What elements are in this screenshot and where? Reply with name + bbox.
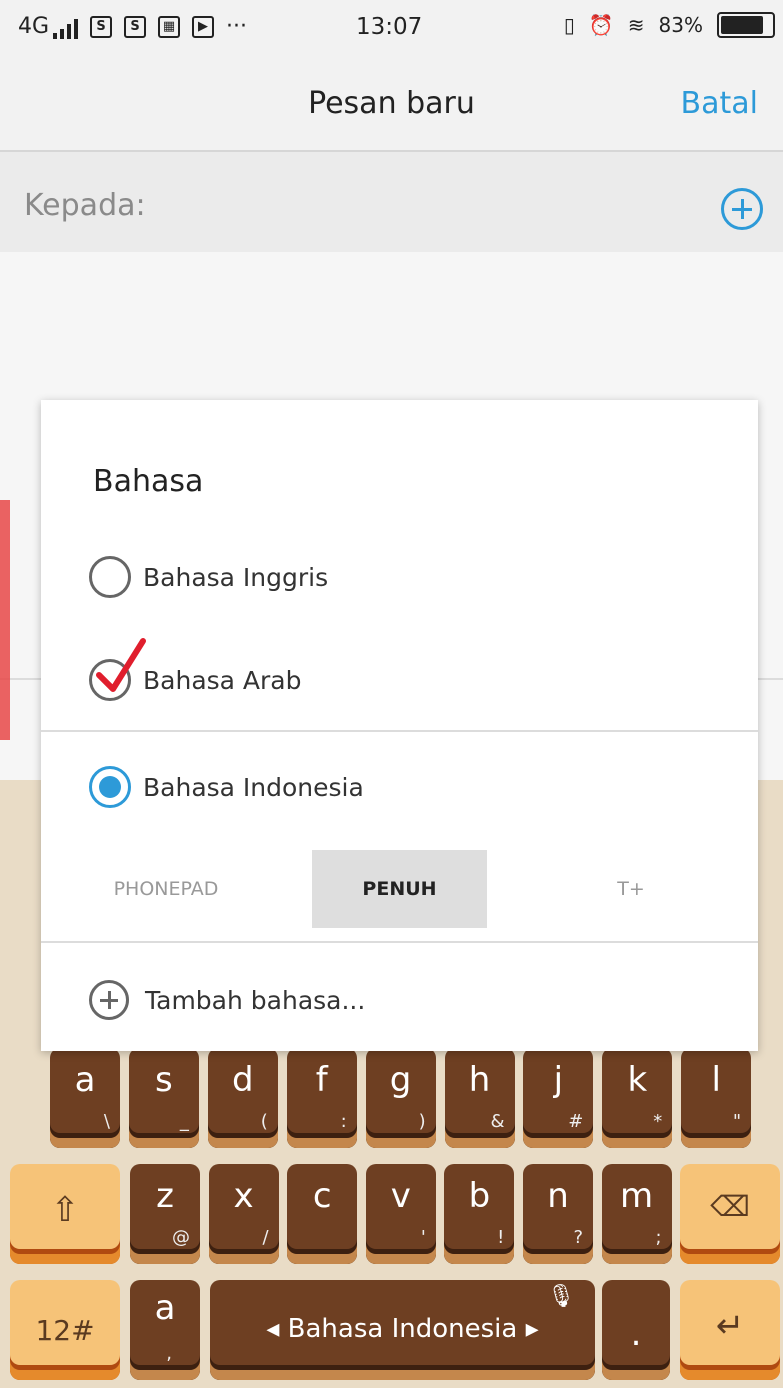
key-secondary-label: : xyxy=(340,1111,347,1132)
key-secondary-label: ; xyxy=(655,1227,662,1248)
option-bahasa-arab[interactable]: Bahasa Arab xyxy=(89,638,302,705)
radio-icon[interactable] xyxy=(89,556,131,598)
shift-key[interactable]: ⇧ xyxy=(10,1164,120,1264)
home-row-key-a[interactable]: a \ xyxy=(50,1048,120,1148)
add-language-button[interactable]: Tambah bahasa... xyxy=(89,980,365,1020)
key-label: v xyxy=(390,1176,411,1216)
layout-t-plus[interactable]: T+ xyxy=(541,850,721,928)
clock: 13:07 xyxy=(356,14,423,40)
key-secondary-label: @ xyxy=(172,1227,190,1248)
microphone-icon[interactable]: 🎙 xyxy=(547,1284,575,1309)
bottom-row-key-m[interactable]: m; xyxy=(601,1164,672,1264)
key-secondary-label: \ xyxy=(103,1111,110,1132)
home-row-key-k[interactable]: k * xyxy=(602,1048,673,1148)
backspace-key[interactable]: ⌫ xyxy=(680,1164,780,1264)
plus-circle-icon xyxy=(89,980,129,1020)
signal-icon xyxy=(53,19,79,39)
battery-percent: 83% xyxy=(658,13,703,37)
key-secondary-label: ' xyxy=(420,1227,426,1248)
store-icon: ▶ xyxy=(192,15,215,38)
bottom-row-key-x[interactable]: x / xyxy=(208,1164,279,1264)
edge-accent xyxy=(0,500,10,740)
dialog-title: Bahasa xyxy=(93,464,204,499)
option-label: Bahasa Indonesia xyxy=(143,772,364,802)
keyboard-notif-icon: ▦ xyxy=(158,15,181,38)
divider xyxy=(41,730,758,732)
key-label: n xyxy=(547,1176,569,1216)
more-dots-icon: ··· xyxy=(226,14,248,39)
home-row-key-d[interactable]: d( xyxy=(207,1048,278,1148)
wifi-icon: ≋ xyxy=(627,13,645,37)
home-row-key-h[interactable]: h & xyxy=(444,1048,515,1148)
option-label: Bahasa Arab xyxy=(143,665,302,695)
space-language-label: Bahasa Indonesia xyxy=(287,1314,518,1344)
option-label: Bahasa Inggris xyxy=(143,562,329,592)
period-key[interactable]: . xyxy=(602,1280,670,1380)
network-type: 4G xyxy=(18,14,79,39)
key-label: z xyxy=(156,1176,174,1216)
network-label: 4G xyxy=(18,14,50,39)
key-secondary-label: & xyxy=(490,1111,505,1132)
key-label: a xyxy=(74,1060,96,1100)
add-language-label: Tambah bahasa... xyxy=(145,985,366,1015)
s-app-icon: S xyxy=(124,15,147,38)
recipient-row[interactable]: Kepada: xyxy=(0,152,783,252)
status-bar: 4G S S ▦ ▶ ··· 13:07 ▯ ⏰ ≋ 83% xyxy=(0,0,783,58)
bottom-row-key-c[interactable]: c xyxy=(287,1164,358,1264)
key-label: g xyxy=(389,1060,412,1100)
key-label: l xyxy=(711,1060,721,1100)
key-secondary-label: ) xyxy=(418,1111,426,1132)
home-row-key-s[interactable]: s _ xyxy=(128,1048,199,1148)
key-secondary-label: ! xyxy=(497,1227,505,1248)
home-row-key-j[interactable]: j # xyxy=(523,1048,594,1148)
home-row-key-g[interactable]: g) xyxy=(365,1048,436,1148)
add-contact-icon[interactable] xyxy=(721,188,763,230)
key-label: f xyxy=(315,1060,328,1100)
vibrate-icon: ▯ xyxy=(563,13,575,37)
bottom-row-key-n[interactable]: n? xyxy=(523,1164,593,1264)
key-secondary-label: # xyxy=(568,1111,584,1132)
enter-key[interactable]: ↵ xyxy=(680,1280,780,1380)
bottom-row-key-z[interactable]: z @ xyxy=(130,1164,200,1264)
key-secondary-label: _ xyxy=(179,1111,189,1132)
key-secondary-label: * xyxy=(653,1111,663,1132)
radio-selected-icon[interactable] xyxy=(89,766,131,808)
key-label: d xyxy=(232,1060,254,1100)
recipient-label: Kepada: xyxy=(24,188,146,223)
key-label: b xyxy=(468,1176,491,1216)
key-label: c xyxy=(312,1176,332,1216)
app-header: Pesan baru Batal xyxy=(0,58,783,152)
alarm-icon: ⏰ xyxy=(588,13,614,37)
key-label: k xyxy=(627,1060,648,1100)
battery-icon xyxy=(717,12,775,38)
key-secondary-label: / xyxy=(262,1227,269,1248)
layout-phonepad[interactable]: PHONEPAD xyxy=(61,850,271,928)
key-label: h xyxy=(468,1060,491,1100)
bottom-row-key-v[interactable]: v ' xyxy=(365,1164,436,1264)
key-label: s xyxy=(155,1060,173,1100)
comma-key[interactable]: a , xyxy=(130,1280,200,1380)
space-key[interactable]: ◂ Bahasa Indonesia ▸ 🎙 xyxy=(210,1280,595,1380)
option-bahasa-inggris[interactable]: Bahasa Inggris xyxy=(89,552,328,602)
home-row-key-l[interactable]: l " xyxy=(681,1048,752,1148)
symbols-key[interactable]: 12# xyxy=(10,1280,120,1380)
language-dialog: Bahasa Bahasa Inggris Bahasa Arab Bahasa… xyxy=(41,400,758,1051)
key-label: j xyxy=(553,1060,564,1100)
divider xyxy=(41,941,758,943)
radio-icon[interactable] xyxy=(89,659,131,701)
home-row-key-f[interactable]: f: xyxy=(286,1048,357,1148)
bottom-row-key-b[interactable]: b! xyxy=(444,1164,515,1264)
key-secondary-label: ( xyxy=(260,1111,268,1132)
key-secondary-label: " xyxy=(732,1111,742,1132)
key-label: m xyxy=(620,1176,654,1216)
key-secondary-label: ? xyxy=(573,1227,583,1248)
option-bahasa-indonesia[interactable]: Bahasa Indonesia xyxy=(89,762,364,812)
page-title: Pesan baru xyxy=(308,86,475,121)
cancel-button[interactable]: Batal xyxy=(681,86,758,121)
key-label: x xyxy=(233,1176,254,1216)
s-app-icon: S xyxy=(90,15,113,38)
layout-penuh[interactable]: PENUH xyxy=(312,850,487,928)
